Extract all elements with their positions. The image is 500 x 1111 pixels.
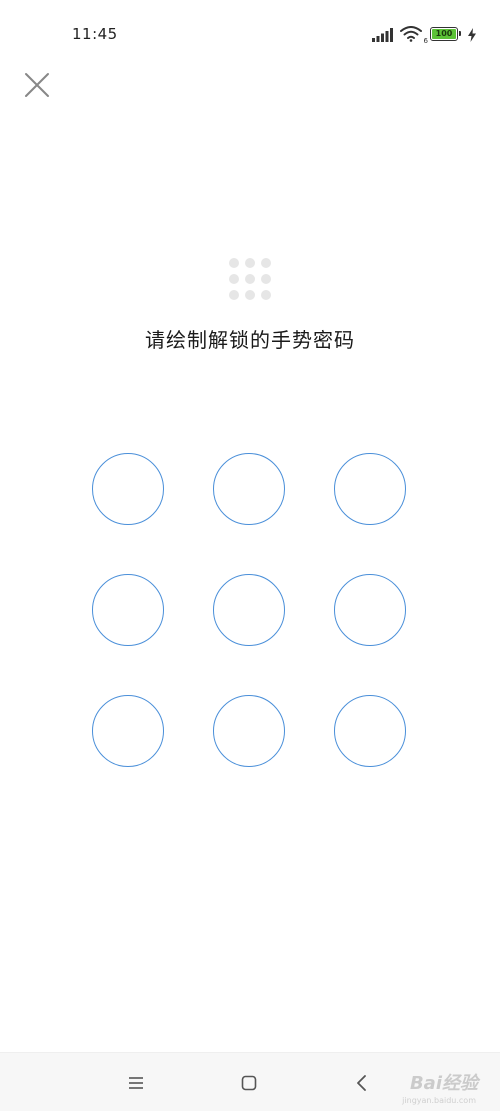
mini-dot	[261, 258, 271, 268]
watermark-logo: Bai经验	[409, 1073, 478, 1094]
home-button[interactable]	[235, 1069, 263, 1097]
pattern-node-9[interactable]	[334, 695, 406, 767]
pattern-node-1[interactable]	[92, 453, 164, 525]
status-icons: 6 100	[372, 26, 476, 45]
pattern-node-8[interactable]	[213, 695, 285, 767]
menu-button[interactable]	[122, 1069, 150, 1097]
pattern-node-2[interactable]	[213, 453, 285, 525]
mini-dot	[261, 290, 271, 300]
close-icon	[25, 73, 49, 97]
battery-level: 100	[432, 29, 456, 39]
home-icon	[241, 1075, 257, 1091]
gesture-prompt-title: 请绘制解锁的手势密码	[145, 328, 355, 352]
pattern-node-3[interactable]	[334, 453, 406, 525]
charging-icon	[468, 27, 476, 42]
mini-dot	[229, 258, 239, 268]
signal-icon	[372, 27, 394, 42]
battery-icon: 100	[430, 27, 461, 41]
gesture-lock-screen: 11:45 6 100 请绘制解锁的手势密码 Bai经验 jingyan.bai…	[0, 0, 500, 1111]
mini-dot	[245, 274, 255, 284]
watermark-url: jingyan.baidu.com	[402, 1096, 476, 1105]
menu-icon	[129, 1077, 143, 1089]
wifi-generation-label: 6	[423, 37, 428, 45]
navigation-bar: Bai经验 jingyan.baidu.com	[0, 1052, 500, 1111]
wifi-icon: 6	[400, 26, 428, 45]
pattern-node-5[interactable]	[213, 574, 285, 646]
gesture-pattern-grid	[0, 0, 500, 1111]
pattern-node-6[interactable]	[334, 574, 406, 646]
pattern-node-7[interactable]	[92, 695, 164, 767]
mini-dot	[261, 274, 271, 284]
back-button[interactable]	[348, 1069, 376, 1097]
status-bar: 11:45 6 100	[0, 0, 500, 70]
close-button[interactable]	[22, 70, 52, 100]
mini-dot	[245, 290, 255, 300]
back-icon	[357, 1075, 366, 1091]
pattern-grid-icon	[229, 258, 271, 300]
pattern-node-4[interactable]	[92, 574, 164, 646]
mini-dot	[229, 290, 239, 300]
status-time: 11:45	[72, 25, 118, 43]
mini-dot	[245, 258, 255, 268]
battery-tip	[459, 31, 461, 36]
mini-dot	[229, 274, 239, 284]
